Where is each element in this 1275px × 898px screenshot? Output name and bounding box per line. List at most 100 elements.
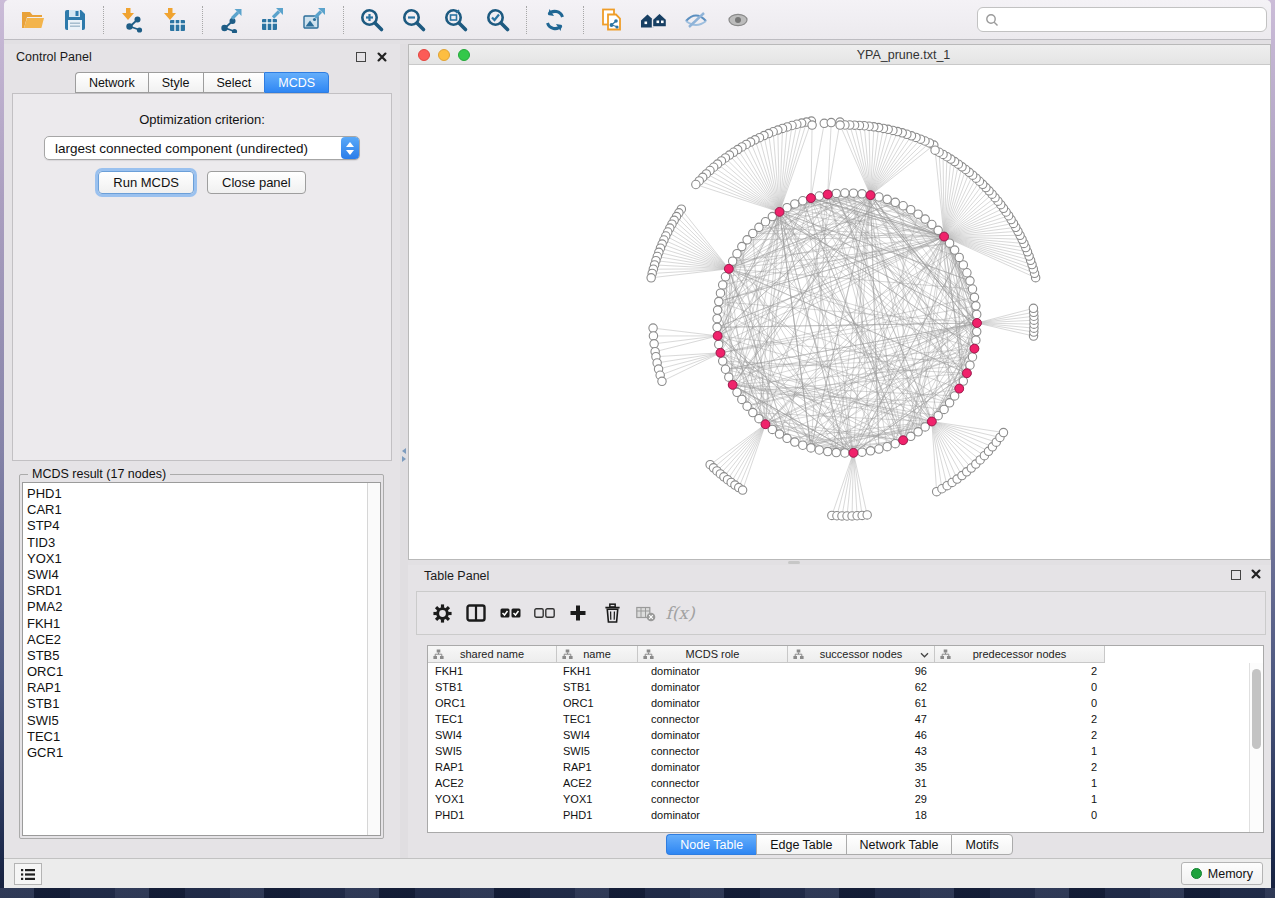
import-table-icon [161,7,187,33]
list-item[interactable]: TID3 [27,535,364,551]
table-cell: FKH1 [557,665,638,677]
memory-button[interactable]: Memory [1181,862,1263,885]
column-header[interactable]: successor nodes [788,646,935,663]
close-panel-icon[interactable] [376,51,388,63]
list-item[interactable]: YOX1 [27,551,364,567]
column-header[interactable]: shared name [428,646,557,663]
vertical-splitter[interactable] [400,44,408,858]
close-panel-button[interactable]: Close panel [207,171,306,194]
zoom-out-button[interactable] [393,4,435,36]
table-row[interactable]: YOX1YOX1connector291 [428,791,1249,807]
list-item[interactable]: ACE2 [27,632,364,648]
memory-status-icon [1191,868,1202,879]
table-cell: connector [638,713,788,725]
list-item[interactable]: FKH1 [27,616,364,632]
mcds-result-list: PHD1CAR1STP4TID3YOX1SWI4SRD1PMA2FKH1ACE2… [22,482,381,836]
deselect-all-button[interactable] [527,598,561,628]
export-table-button[interactable] [252,4,294,36]
zoom-fit-button[interactable] [435,4,477,36]
plus-icon [569,604,587,622]
column-header[interactable]: predecessor nodes [935,646,1105,663]
list-item[interactable]: STB1 [27,696,364,712]
table-panel: Table Panel f(x) shared namenameMCDS rol… [408,565,1271,858]
import-network-button[interactable] [111,4,153,36]
window-close-icon[interactable] [418,49,430,61]
tab-mcds[interactable]: MCDS [264,72,329,93]
hide-selected-button[interactable] [675,4,717,36]
float-panel-icon[interactable] [356,52,366,62]
tab-node-table[interactable]: Node Table [666,834,756,855]
home-icon [640,7,668,33]
export-network-button[interactable] [210,4,252,36]
search-input[interactable] [1004,13,1259,27]
network-graph [409,65,1270,559]
add-column-button[interactable] [561,598,595,628]
network-titlebar: YPA_prune.txt_1 [409,45,1270,65]
list-item[interactable]: TEC1 [27,729,364,745]
table-scrollbar[interactable] [1249,663,1263,832]
list-item[interactable]: SWI5 [27,713,364,729]
refresh-icon [542,7,568,33]
list-item[interactable]: RAP1 [27,680,364,696]
refresh-button[interactable] [534,4,576,36]
tab-motifs[interactable]: Motifs [951,834,1012,855]
table-row[interactable]: SWI4SWI4dominator462 [428,727,1249,743]
sitemap-icon [643,649,654,660]
table-row[interactable]: PHD1PHD1dominator180 [428,807,1249,823]
table-scrollbar-thumb[interactable] [1252,669,1261,749]
show-all-button[interactable] [717,4,759,36]
column-header[interactable]: MCDS role [638,646,788,663]
list-item[interactable]: ORC1 [27,664,364,680]
table-row[interactable]: RAP1RAP1dominator352 [428,759,1249,775]
save-button[interactable] [54,4,96,36]
copy-view-button[interactable] [591,4,633,36]
import-table-button[interactable] [153,4,195,36]
table-row[interactable]: TEC1TEC1connector472 [428,711,1249,727]
status-menu-button[interactable] [14,863,42,885]
delete-column-button[interactable] [595,598,629,628]
network-canvas[interactable] [409,65,1270,559]
list-item[interactable]: STP4 [27,518,364,534]
run-mcds-button[interactable]: Run MCDS [98,171,194,194]
mcds-list-scrollbar[interactable] [367,483,380,835]
tab-edge-table[interactable]: Edge Table [756,834,845,855]
home-button[interactable] [633,4,675,36]
table-row[interactable]: SWI5SWI5connector431 [428,743,1249,759]
table-row[interactable]: ACE2ACE2connector311 [428,775,1249,791]
table-row[interactable]: ORC1ORC1dominator610 [428,695,1249,711]
window-minimize-icon[interactable] [438,49,450,61]
tab-network[interactable]: Network [75,72,148,93]
delete-table-button[interactable] [629,598,663,628]
close-panel-icon[interactable] [1250,568,1262,580]
zoom-selected-button[interactable] [477,4,519,36]
function-builder-button[interactable]: f(x) [663,598,697,628]
export-image-button[interactable] [294,4,336,36]
show-columns-button[interactable] [459,598,493,628]
select-all-button[interactable] [493,598,527,628]
table-row[interactable]: FKH1FKH1dominator962 [428,663,1249,679]
list-item[interactable]: SRD1 [27,583,364,599]
status-bar: Memory [4,858,1271,888]
table-cell: YOX1 [428,793,557,805]
table-row[interactable]: STB1STB1dominator620 [428,679,1249,695]
zoom-in-button[interactable] [351,4,393,36]
criterion-select[interactable]: largest connected component (undirected) [44,136,360,160]
list-icon [20,868,36,881]
float-panel-icon[interactable] [1231,570,1241,580]
tab-network-table[interactable]: Network Table [846,834,952,855]
tab-select[interactable]: Select [203,72,265,93]
column-header[interactable]: name [557,646,638,663]
list-item[interactable]: GCR1 [27,745,364,761]
horizontal-splitter[interactable] [788,561,800,564]
window-zoom-icon[interactable] [458,49,470,61]
list-item[interactable]: PHD1 [27,486,364,502]
list-item[interactable]: CAR1 [27,502,364,518]
list-item[interactable]: STB5 [27,648,364,664]
tab-style[interactable]: Style [148,72,203,93]
list-item[interactable]: SWI4 [27,567,364,583]
export-network-icon [218,7,244,33]
table-settings-button[interactable] [425,598,459,628]
open-button[interactable] [12,4,54,36]
table-cell: PHD1 [557,809,638,821]
list-item[interactable]: PMA2 [27,599,364,615]
